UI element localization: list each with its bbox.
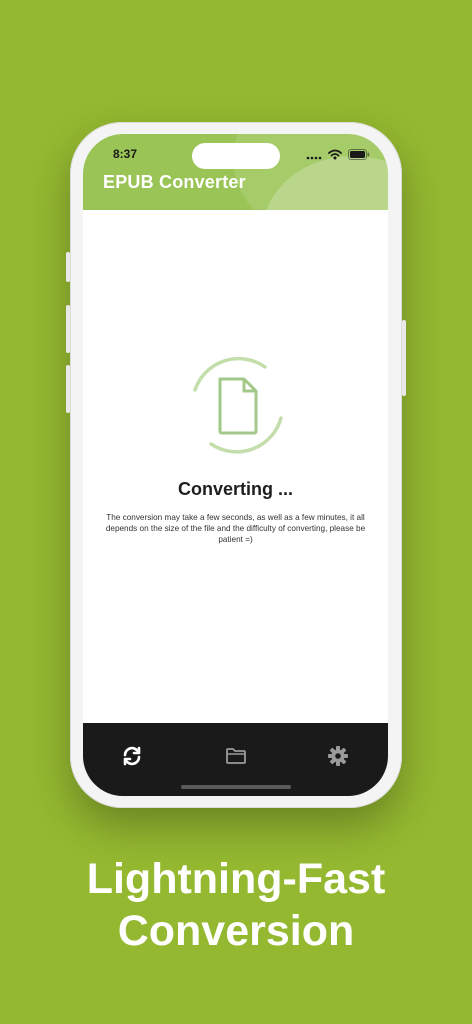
converting-content: Converting ... The conversion may take a… xyxy=(83,210,388,724)
gear-icon xyxy=(327,745,349,772)
app-title: EPUB Converter xyxy=(103,172,246,192)
dynamic-island xyxy=(192,143,280,169)
tab-files[interactable] xyxy=(223,745,249,771)
tab-convert[interactable] xyxy=(119,745,145,771)
volume-up-button xyxy=(66,305,70,353)
headline-line-1: Lightning-Fast xyxy=(86,855,386,903)
bottom-tab-bar xyxy=(83,723,388,796)
document-icon xyxy=(216,377,260,440)
loading-spinner xyxy=(183,350,293,460)
tab-settings[interactable] xyxy=(325,745,351,771)
sync-icon xyxy=(121,745,143,772)
power-button xyxy=(402,320,406,396)
battery-icon xyxy=(348,147,370,165)
status-time: 8:37 xyxy=(113,147,138,161)
phone-frame: 8:37 EPUB Converter Converting ... The c… xyxy=(66,122,406,808)
home-indicator xyxy=(181,785,291,789)
status-icons xyxy=(306,147,370,165)
mute-switch xyxy=(66,252,70,282)
phone-screen: 8:37 EPUB Converter Converting ... The c… xyxy=(83,134,388,796)
converting-title: Converting ... xyxy=(177,479,293,499)
converting-description: The conversion may take a few seconds, a… xyxy=(105,513,366,544)
headline-line-2: Conversion xyxy=(117,907,355,955)
promo-headline: Lightning-Fast Conversion xyxy=(0,853,472,957)
app-header: 8:37 EPUB Converter xyxy=(83,134,388,210)
volume-down-button xyxy=(66,365,70,413)
folder-icon xyxy=(225,747,247,770)
wifi-icon xyxy=(328,147,342,165)
signal-icon xyxy=(306,147,322,165)
